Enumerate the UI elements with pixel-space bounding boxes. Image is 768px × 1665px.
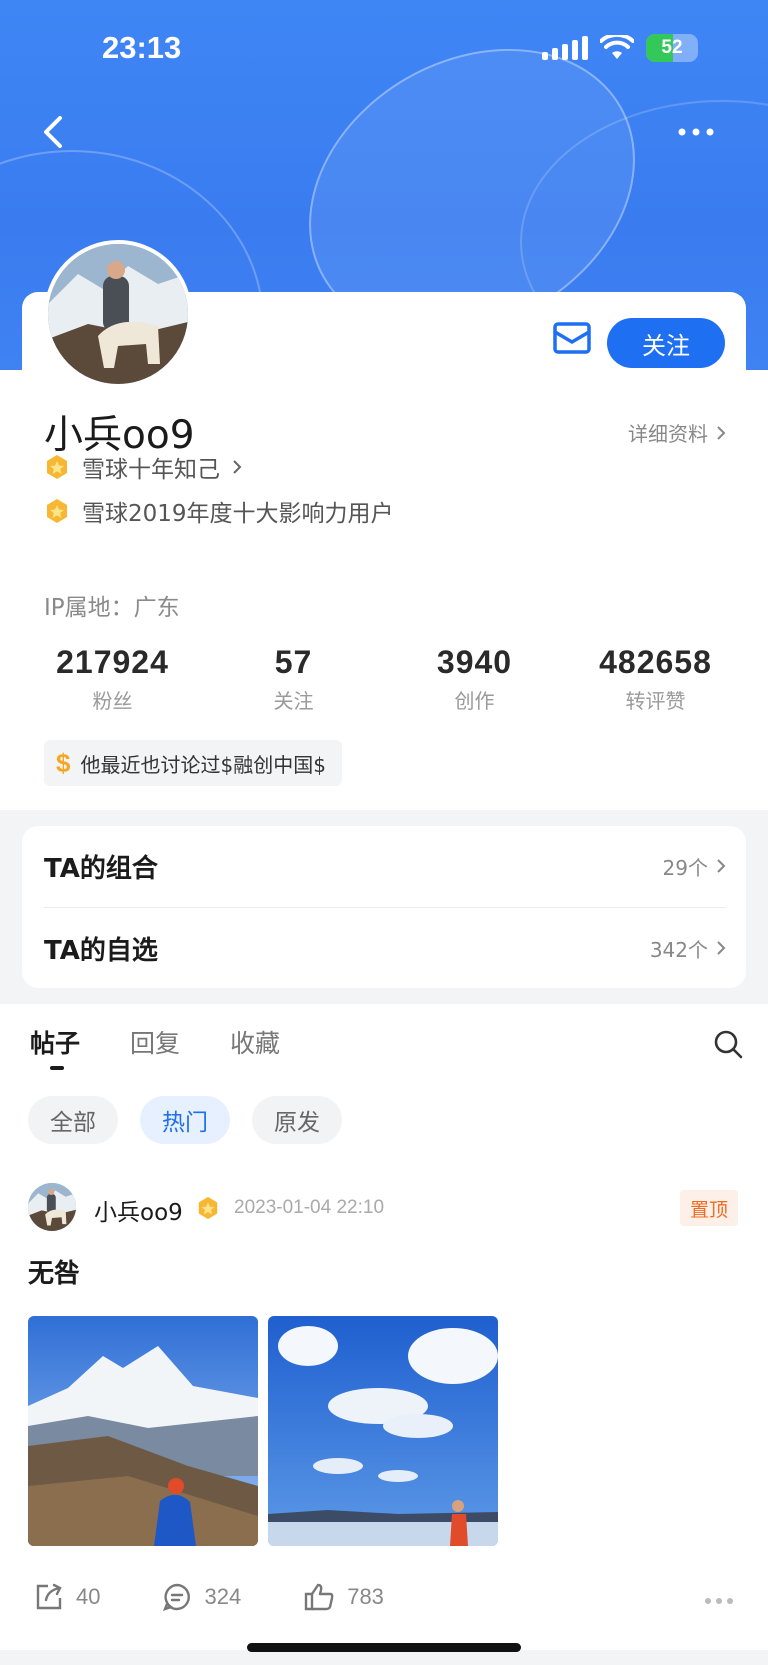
comment-action[interactable]: 324 — [162, 1582, 241, 1612]
share-icon — [36, 1583, 62, 1610]
tab-replies[interactable]: 回复 — [130, 1024, 180, 1060]
stat-label: 转评赞 — [625, 689, 686, 713]
stat-value: 217924 — [56, 644, 169, 680]
pinned-badge: 置顶 — [679, 1190, 738, 1226]
badge-row[interactable]: 雪球十年知己 — [44, 450, 242, 484]
list-item-title: TA的组合 — [44, 853, 158, 884]
badge-label: 雪球2019年度十大影响力用户 — [82, 501, 394, 527]
post-more-icon[interactable] — [704, 1596, 734, 1606]
share-action[interactable]: 40 — [34, 1582, 100, 1612]
stat-label: 关注 — [273, 689, 314, 713]
post-timestamp: 2023-01-04 22:10 — [234, 1197, 385, 1218]
tab-posts[interactable]: 帖子 — [30, 1024, 80, 1070]
stat-value: 57 — [274, 644, 313, 680]
stat-following[interactable]: 57 关注 — [203, 644, 384, 714]
avatar[interactable] — [44, 240, 192, 388]
signal-icon — [542, 36, 588, 60]
stat-value: 3940 — [436, 644, 513, 680]
badge-row: 雪球2019年度十大影响力用户 — [44, 494, 394, 528]
chevron-right-icon — [717, 941, 726, 955]
list-item-count-group: 29个 — [663, 852, 726, 881]
back-arrow-icon[interactable] — [36, 112, 72, 152]
filter-all[interactable]: 全部 — [28, 1096, 118, 1144]
chevron-right-icon — [717, 425, 726, 440]
list-item-title: TA的自选 — [44, 935, 158, 966]
discussed-stock-text: 他最近也讨论过$融创中国$ — [80, 752, 326, 777]
status-time: 23:13 — [102, 30, 182, 65]
post-text[interactable]: 无咎 — [28, 1253, 80, 1290]
content-tabs: 帖子 回复 收藏 — [30, 1024, 280, 1070]
follow-button[interactable]: 关注 — [607, 318, 725, 368]
medal-icon — [47, 499, 67, 523]
portfolio-watchlist-card: TA的组合 29个 TA的自选 342个 — [22, 826, 746, 988]
stat-value: 482658 — [599, 644, 712, 680]
post-image-mountain[interactable] — [28, 1316, 258, 1546]
post-author-name[interactable]: 小兵oo9 — [94, 1193, 183, 1227]
list-item-count: 342个 — [649, 937, 708, 962]
discussed-stock-tag[interactable]: $ 他最近也讨论过$融创中国$ — [44, 740, 342, 786]
stats-row: 217924 粉丝 57 关注 3940 创作 482658 转评赞 — [22, 644, 746, 714]
list-item-count-group: 342个 — [650, 934, 726, 963]
badge-label: 雪球十年知己 — [82, 457, 220, 483]
wifi-icon — [600, 35, 634, 59]
medal-icon — [198, 1196, 218, 1220]
battery-level: 52 — [661, 37, 683, 58]
thumbs-up-icon — [305, 1583, 334, 1611]
like-action[interactable]: 783 — [303, 1582, 384, 1612]
dollar-icon: $ — [56, 747, 71, 778]
message-icon[interactable] — [552, 318, 592, 358]
list-item-watchlist[interactable]: TA的自选 342个 — [44, 908, 726, 988]
post-image-sky[interactable] — [268, 1316, 498, 1546]
tab-favorites[interactable]: 收藏 — [230, 1024, 280, 1060]
mountain-photo — [28, 1316, 258, 1546]
comment-count: 324 — [204, 1584, 242, 1609]
post-actions: 40 324 783 — [34, 1582, 384, 1612]
battery-icon: 52 — [646, 34, 698, 62]
detail-profile-label: 详细资料 — [628, 422, 708, 446]
status-icons: 52 — [542, 34, 698, 62]
filter-hot[interactable]: 热门 — [140, 1096, 230, 1144]
filter-original[interactable]: 原发 — [252, 1096, 342, 1144]
share-count: 40 — [76, 1584, 101, 1609]
comment-icon — [163, 1583, 191, 1611]
search-icon[interactable] — [712, 1028, 744, 1060]
ip-location: IP属地：广东 — [44, 595, 180, 621]
sky-photo — [268, 1316, 498, 1546]
stat-interactions[interactable]: 482658 转评赞 — [565, 644, 746, 714]
stat-label: 创作 — [454, 689, 495, 713]
chevron-right-icon — [233, 460, 242, 474]
home-indicator — [247, 1643, 521, 1652]
detail-profile-link[interactable]: 详细资料 — [628, 418, 726, 447]
medal-icon — [47, 455, 67, 479]
bottom-background — [0, 1650, 768, 1665]
like-count: 783 — [347, 1584, 384, 1609]
stat-posts[interactable]: 3940 创作 — [384, 644, 565, 714]
list-item-count: 29个 — [662, 855, 708, 880]
post-author-avatar[interactable] — [28, 1183, 76, 1231]
chevron-right-icon — [717, 859, 726, 873]
avatar-photo — [48, 244, 188, 384]
avatar-photo — [28, 1183, 76, 1231]
list-item-portfolio[interactable]: TA的组合 29个 — [44, 826, 726, 906]
more-options-icon[interactable] — [676, 122, 716, 142]
post-filters: 全部 热门 原发 — [28, 1096, 342, 1144]
stat-followers[interactable]: 217924 粉丝 — [22, 644, 203, 714]
stat-label: 粉丝 — [92, 689, 133, 713]
